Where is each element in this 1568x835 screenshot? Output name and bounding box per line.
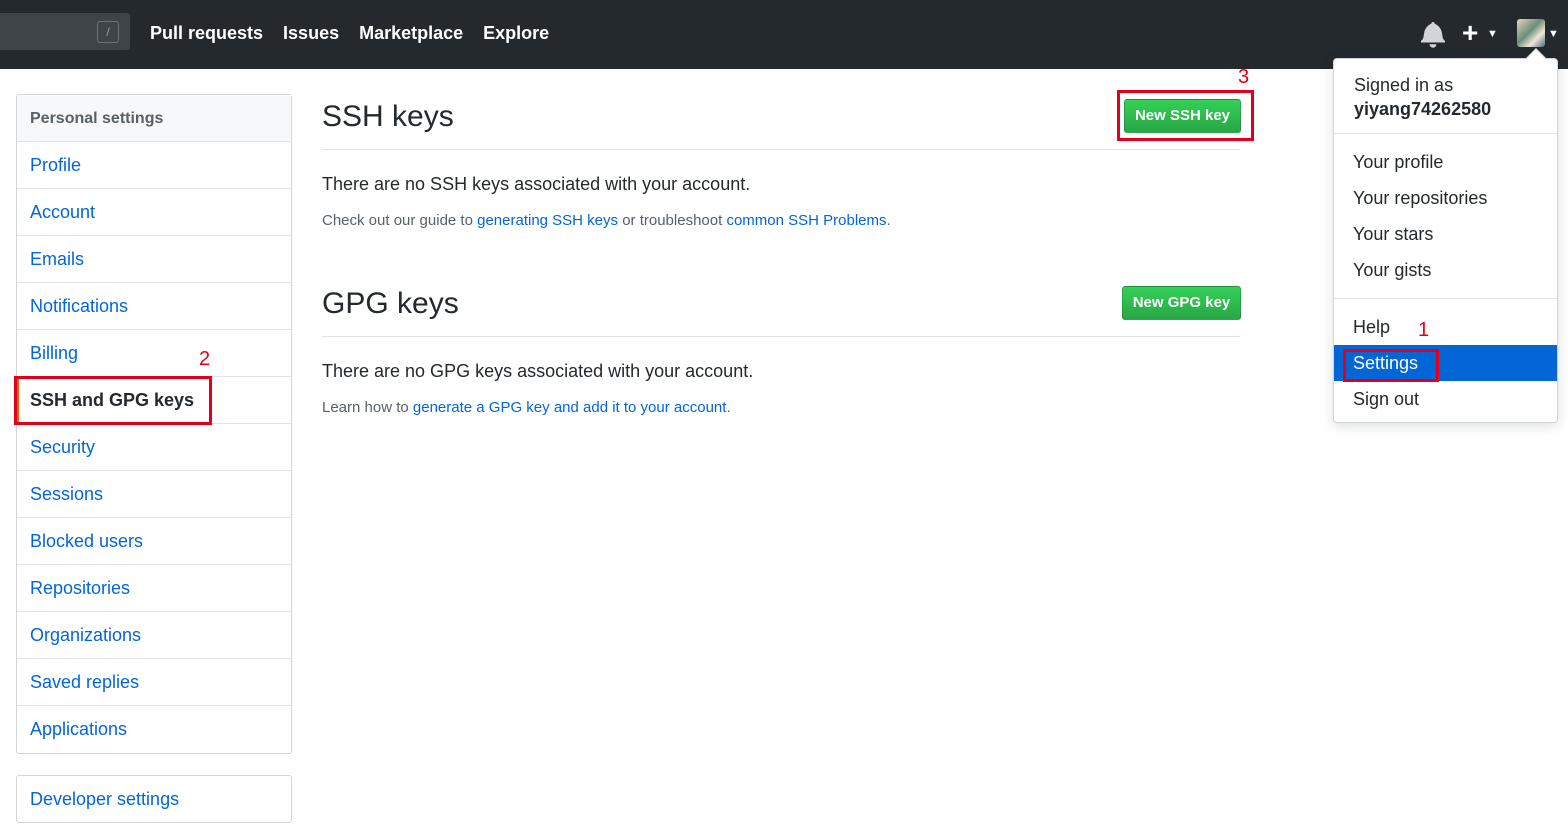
nav-explore[interactable]: Explore [483,20,549,46]
ssh-keys-title: SSH keys [322,100,454,133]
annotation-box-new-ssh-key [1117,90,1254,141]
generate-gpg-key-link[interactable]: generate a GPG key and add it to your ac… [413,399,727,416]
ssh-help-prefix: Check out our guide to [322,212,478,229]
divider [1334,133,1557,134]
chevron-down-icon[interactable]: ▼ [1487,28,1498,40]
ssh-help-suffix: . [886,212,891,229]
new-gpg-key-button[interactable]: New GPG key [1122,286,1241,320]
sidebar-item-account[interactable]: Account [17,189,291,236]
ssh-help-text: Check out our guide to generating SSH ke… [322,212,891,229]
gpg-empty-message: There are no GPG keys associated with yo… [322,361,754,381]
menu-item-your-profile[interactable]: Your profile [1334,144,1557,180]
sidebar-item-profile[interactable]: Profile [17,142,291,189]
ssh-help-middle: or troubleshoot [618,212,727,229]
sidebar-heading: Personal settings [17,95,291,142]
search-shortcut-badge: / [97,21,119,43]
divider [322,336,1240,337]
nav-pull-requests[interactable]: Pull requests [150,20,263,46]
sidebar-item-emails[interactable]: Emails [17,236,291,283]
menu-item-sign-out[interactable]: Sign out [1334,381,1557,417]
avatar[interactable] [1517,19,1545,47]
gpg-help-prefix: Learn how to [322,399,413,416]
menu-item-your-stars[interactable]: Your stars [1334,216,1557,252]
signed-in-label: Signed in as [1354,75,1454,95]
bell-icon[interactable] [1421,20,1445,48]
divider [322,149,1240,150]
gpg-keys-title: GPG keys [322,287,459,320]
sidebar-item-billing[interactable]: Billing [17,330,291,377]
ssh-empty-message: There are no SSH keys associated with yo… [322,174,751,194]
plus-icon[interactable]: + [1462,18,1478,48]
sidebar-item-saved-replies[interactable]: Saved replies [17,659,291,706]
menu-item-your-gists[interactable]: Your gists [1334,252,1557,288]
sidebar-item-repositories[interactable]: Repositories [17,565,291,612]
gpg-help-text: Learn how to generate a GPG key and add … [322,399,731,416]
menu-item-your-repositories[interactable]: Your repositories [1334,180,1557,216]
nav-marketplace[interactable]: Marketplace [359,20,463,46]
divider [1334,298,1557,299]
sidebar-item-applications[interactable]: Applications [17,706,291,753]
sidebar-item-notifications[interactable]: Notifications [17,283,291,330]
sidebar-item-organizations[interactable]: Organizations [17,612,291,659]
annotation-step-3: 3 [1238,66,1250,88]
annotation-box-settings [1343,349,1439,382]
sidebar-item-sessions[interactable]: Sessions [17,471,291,518]
annotation-box-ssh-gpg-keys [14,376,212,425]
generating-ssh-keys-link[interactable]: generating SSH keys [477,212,618,229]
sidebar-item-blocked-users[interactable]: Blocked users [17,518,291,565]
chevron-down-icon[interactable]: ▼ [1548,28,1559,40]
annotation-step-1: 1 [1418,319,1430,341]
sidebar-item-security[interactable]: Security [17,424,291,471]
common-ssh-problems-link[interactable]: common SSH Problems [726,212,886,229]
search-input[interactable]: / [0,13,130,50]
nav-issues[interactable]: Issues [283,20,339,46]
gpg-help-suffix: . [726,399,731,416]
main-nav: Pull requests Issues Marketplace Explore [150,20,549,46]
menu-item-help[interactable]: Help [1334,309,1557,345]
sidebar-item-developer-settings[interactable]: Developer settings [16,775,292,823]
signed-in-username: yiyang74262580 [1354,99,1492,119]
annotation-step-2: 2 [199,348,211,370]
